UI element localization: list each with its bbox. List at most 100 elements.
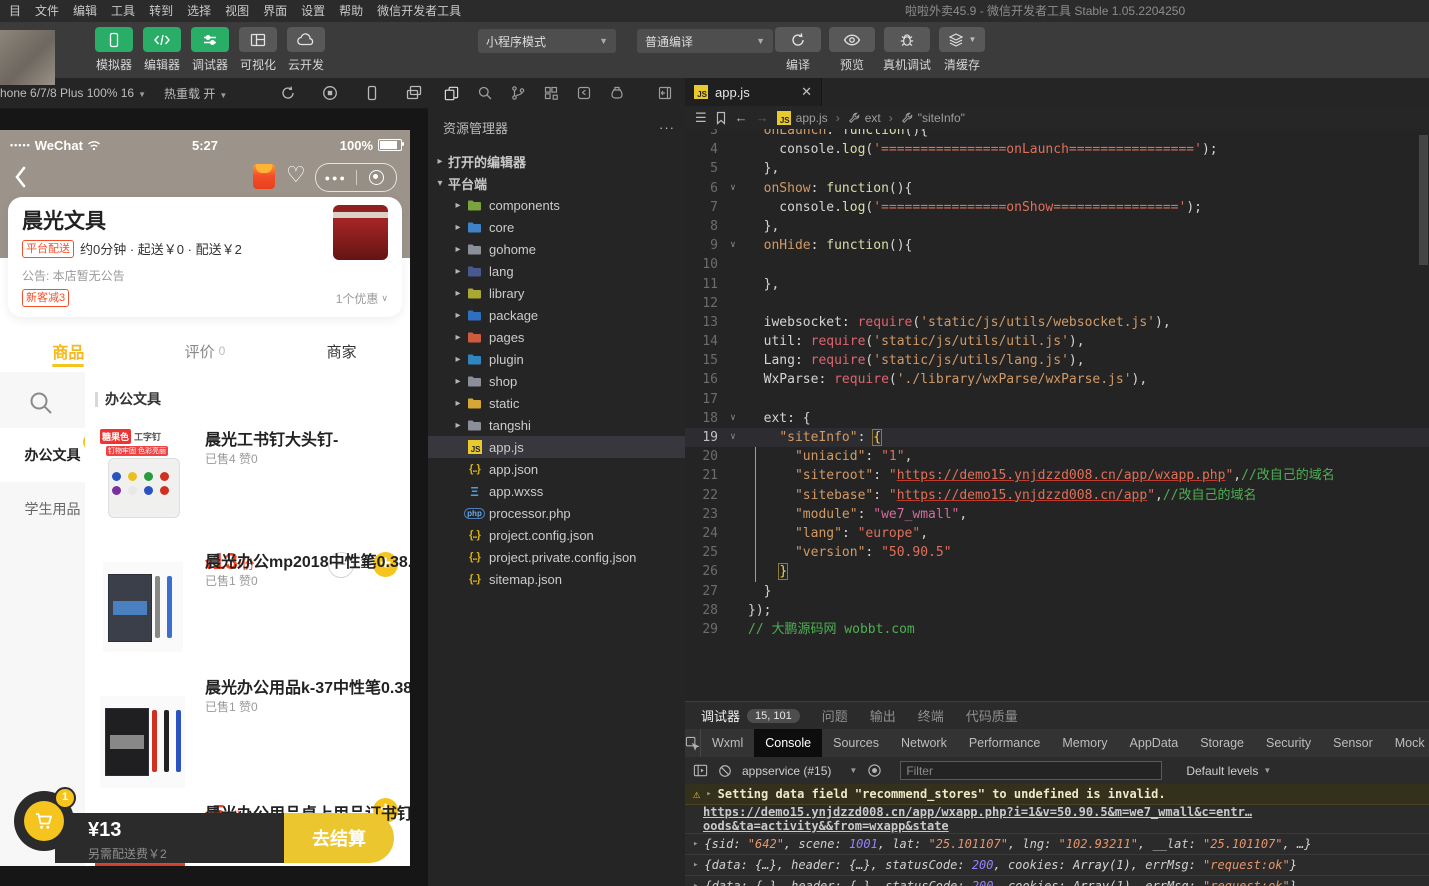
cloud-jar-icon[interactable]: [609, 85, 625, 101]
debugger-tab-代码质量[interactable]: 代码质量: [966, 706, 1018, 725]
menu-item[interactable]: 转到: [142, 0, 180, 22]
back-button[interactable]: [12, 164, 30, 190]
inspect-element-icon[interactable]: [685, 729, 701, 757]
menu-item[interactable]: 帮助: [332, 0, 370, 22]
restart-icon[interactable]: [280, 85, 296, 101]
tree-section-平台端[interactable]: ▾平台端: [428, 172, 685, 194]
bookmark-icon[interactable]: [715, 111, 727, 125]
layout-button[interactable]: 可视化: [239, 27, 277, 73]
devtools-tab-Performance[interactable]: Performance: [958, 729, 1052, 757]
fold-arrow-icon[interactable]: ∨: [718, 409, 748, 428]
debugger-tab-输出[interactable]: 输出: [870, 706, 896, 725]
bug-button[interactable]: 真机调试: [883, 27, 931, 73]
tree-file-sitemap.json[interactable]: {..}sitemap.json: [428, 568, 685, 590]
fold-arrow-icon[interactable]: ∨: [718, 428, 748, 447]
devtools-tab-Sensor[interactable]: Sensor: [1322, 729, 1384, 757]
phone-button[interactable]: 模拟器: [95, 27, 133, 73]
menu-item[interactable]: 编辑: [66, 0, 104, 22]
git-branch-icon[interactable]: [510, 85, 526, 101]
editor-scrollbar[interactable]: [1419, 135, 1428, 265]
tree-file-app.json[interactable]: {..}app.json: [428, 458, 685, 480]
menu-item[interactable]: 界面: [256, 0, 294, 22]
tree-file-project.config.json[interactable]: {..}project.config.json: [428, 524, 685, 546]
refresh-button[interactable]: 编译: [775, 27, 821, 73]
sliders-button[interactable]: 调试器: [191, 27, 229, 73]
expand-caret-icon[interactable]: ▸: [706, 789, 711, 799]
tree-folder-core[interactable]: ▸core: [428, 216, 685, 238]
search-icon[interactable]: [28, 390, 54, 416]
devtools-tab-AppData[interactable]: AppData: [1119, 729, 1190, 757]
editor-tab-appjs[interactable]: JS app.js ✕: [685, 78, 822, 106]
tree-file-app.js[interactable]: JSapp.js: [428, 436, 685, 458]
menu-item[interactable]: 文件: [28, 0, 66, 22]
devtools-tab-Console[interactable]: Console: [754, 729, 822, 757]
tree-folder-library[interactable]: ▸library: [428, 282, 685, 304]
devtools-tab-Network[interactable]: Network: [890, 729, 958, 757]
menu-item[interactable]: 工具: [104, 0, 142, 22]
close-minimize-icon[interactable]: [357, 170, 397, 185]
code-button[interactable]: 编辑器: [143, 27, 181, 73]
debugger-tab-调试器[interactable]: 调试器15, 101: [701, 706, 800, 725]
tree-folder-static[interactable]: ▸static: [428, 392, 685, 414]
compile-mode-dropdown[interactable]: 普通编译 ▼: [637, 29, 773, 53]
eye-button[interactable]: 预览: [829, 27, 875, 73]
layers-button[interactable]: ▼清缓存: [939, 27, 985, 73]
back-arrow-icon[interactable]: ←: [735, 110, 748, 125]
live-expression-icon[interactable]: [867, 763, 882, 778]
more-menu-icon[interactable]: ●●●: [316, 173, 356, 183]
close-icon[interactable]: ✕: [801, 84, 812, 100]
devtools-tab-Wxml[interactable]: Wxml: [701, 729, 754, 757]
device-dropdown[interactable]: hone 6/7/8 Plus 100% 16▼: [0, 86, 146, 100]
snippets-icon[interactable]: [576, 85, 592, 101]
tree-file-processor.php[interactable]: phpprocessor.php: [428, 502, 685, 524]
promo-expand[interactable]: 1个优惠∨: [336, 290, 388, 307]
menu-item[interactable]: 视图: [218, 0, 256, 22]
tree-folder-package[interactable]: ▸package: [428, 304, 685, 326]
outline-list-icon[interactable]: ☰: [695, 110, 707, 126]
forward-arrow-icon[interactable]: →: [756, 110, 769, 125]
console-filter-input[interactable]: [900, 761, 1162, 780]
debugger-tab-问题[interactable]: 问题: [822, 706, 848, 725]
expand-caret-icon[interactable]: ▸: [693, 839, 698, 849]
tree-folder-tangshi[interactable]: ▸tangshi: [428, 414, 685, 436]
files-icon[interactable]: [443, 85, 460, 102]
tree-folder-components[interactable]: ▸components: [428, 194, 685, 216]
devtools-tab-Sources[interactable]: Sources: [822, 729, 890, 757]
devtools-tab-Mock[interactable]: Mock: [1384, 729, 1429, 757]
tree-folder-gohome[interactable]: ▸gohome: [428, 238, 685, 260]
breadcrumb-item[interactable]: ext: [848, 111, 881, 125]
multi-window-icon[interactable]: [406, 85, 422, 101]
fold-arrow-icon[interactable]: ∨: [718, 236, 748, 255]
tree-file-app.wxss[interactable]: Ξapp.wxss: [428, 480, 685, 502]
log-levels-dropdown[interactable]: Default levels▼: [1186, 764, 1271, 778]
cart-button[interactable]: 1: [14, 791, 74, 851]
red-packet-icon[interactable]: [253, 164, 275, 189]
fold-arrow-icon[interactable]: ∨: [718, 179, 748, 198]
tree-section-打开的编辑器[interactable]: ▸打开的编辑器: [428, 150, 685, 172]
breadcrumb-item[interactable]: "siteInfo": [901, 111, 965, 125]
menu-item[interactable]: 选择: [180, 0, 218, 22]
collapse-sidebar-icon[interactable]: [657, 85, 673, 101]
tab-商家[interactable]: 商家: [273, 330, 410, 372]
tree-folder-lang[interactable]: ▸lang: [428, 260, 685, 282]
checkout-button[interactable]: 去结算: [284, 813, 394, 863]
devtools-tab-Security[interactable]: Security: [1255, 729, 1322, 757]
code-editor[interactable]: 3 onLaunch: function(){4 console.log('==…: [685, 129, 1429, 702]
tab-商品[interactable]: 商品: [0, 330, 137, 372]
console-sidebar-icon[interactable]: [693, 763, 708, 778]
clear-console-icon[interactable]: [718, 764, 732, 778]
phone-frame-icon[interactable]: [364, 85, 380, 101]
expand-caret-icon[interactable]: ▸: [693, 860, 698, 870]
context-dropdown[interactable]: appservice (#15)▼: [742, 764, 857, 778]
more-actions-icon[interactable]: ···: [659, 120, 675, 135]
menu-item[interactable]: 设置: [294, 0, 332, 22]
console-link[interactable]: https://demo15.ynjdzzd008.cn/app/wxapp.p…: [703, 805, 1429, 833]
devtools-tab-Storage[interactable]: Storage: [1189, 729, 1255, 757]
tab-评价[interactable]: 评价0: [137, 330, 274, 372]
menu-item[interactable]: 目: [2, 0, 28, 22]
favorite-heart-icon[interactable]: ♡: [286, 162, 306, 188]
breadcrumb-item[interactable]: JSapp.js: [777, 111, 828, 125]
mode-dropdown[interactable]: 小程序模式 ▼: [478, 29, 616, 53]
tree-folder-plugin[interactable]: ▸plugin: [428, 348, 685, 370]
menu-item[interactable]: 微信开发者工具: [370, 0, 468, 22]
